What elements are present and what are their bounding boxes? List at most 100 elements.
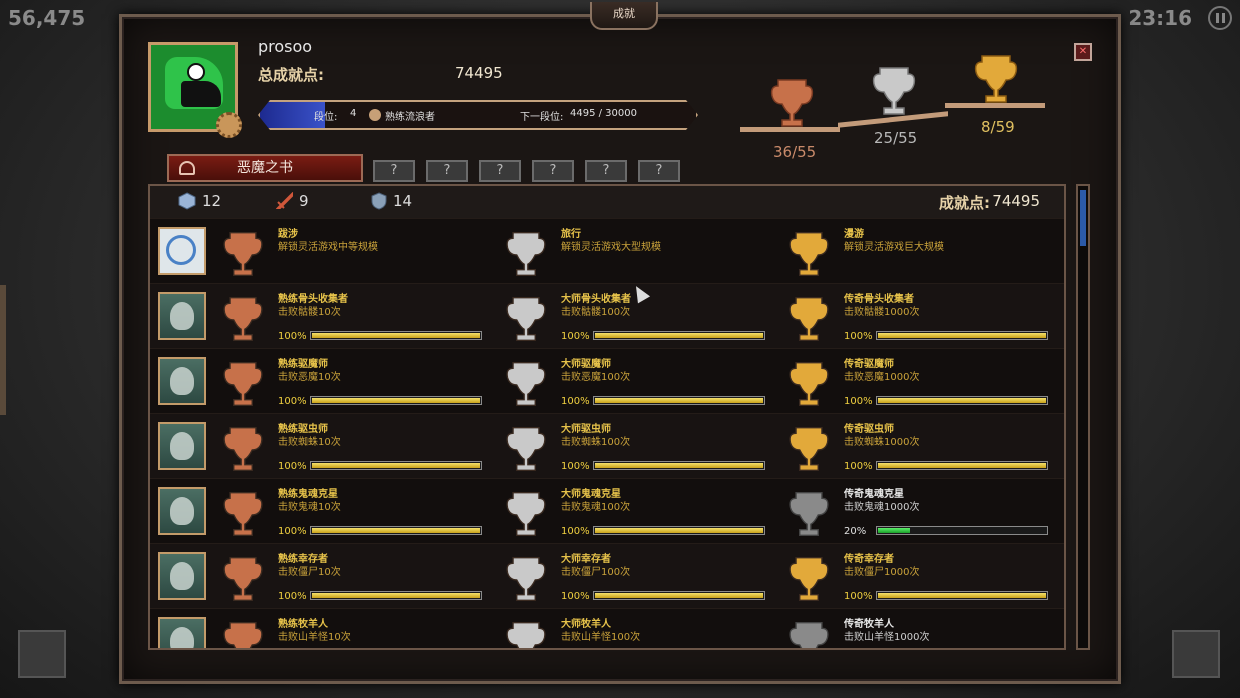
tab-locked-4[interactable]: ? xyxy=(532,160,574,182)
rank-label: 段位: xyxy=(314,112,338,123)
tab-demon-book[interactable]: 恶魔之书 xyxy=(167,154,363,182)
gold-cup-icon xyxy=(784,229,834,279)
achievement-list: 12 9 14 成就点: 74495 跋涉 解锁灵活游戏中等规模 旅行 解锁灵活游戏大… xyxy=(148,184,1066,650)
achievement-percent: 100% xyxy=(278,461,307,472)
cube-icon xyxy=(178,192,196,210)
achievement-cell-gold[interactable]: 漫游 解锁灵活游戏巨大规模 xyxy=(784,219,1064,283)
achievement-percent: 100% xyxy=(278,396,307,407)
achievement-cell-gold[interactable]: 传奇鬼魂克星 击败鬼魂1000次 20% xyxy=(784,479,1064,543)
tab-locked-6[interactable]: ? xyxy=(638,160,680,182)
achievement-progress-bar xyxy=(593,331,765,340)
achievement-cell-bronze[interactable]: 跋涉 解锁灵活游戏中等规模 xyxy=(218,219,501,283)
silver-cup-icon xyxy=(501,294,551,344)
achievement-row: 熟练驱魔师 击败恶魔10次 100% 大师驱魔师 击败恶魔100次 100% 传奇驱魔师 击败… xyxy=(150,348,1064,413)
player-name: prosoo xyxy=(258,37,313,56)
achievement-cell-bronze[interactable]: 熟练牧羊人 击败山羊怪10次 xyxy=(218,609,501,648)
gear-icon[interactable] xyxy=(216,112,242,138)
bottom-right-hud-slot[interactable] xyxy=(1172,630,1220,678)
achievement-cell-silver[interactable]: 大师驱魔师 击败恶魔100次 100% xyxy=(501,349,784,413)
achievement-description: 击败蜘蛛100次 xyxy=(561,437,631,448)
achievement-cell-gold[interactable]: 传奇骨头收集者 击败骷髅1000次 100% xyxy=(784,284,1064,348)
achievement-description: 击败山羊怪10次 xyxy=(278,632,351,643)
silver-cup-icon xyxy=(501,554,551,604)
achievement-description: 击败蜘蛛10次 xyxy=(278,437,341,448)
tab-locked-2[interactable]: ? xyxy=(426,160,468,182)
achievement-progress-fill xyxy=(312,528,480,533)
achievement-cell-gold[interactable]: 传奇驱魔师 击败恶魔1000次 100% xyxy=(784,349,1064,413)
total-points-value: 74495 xyxy=(455,64,503,82)
achievement-progress-bar xyxy=(310,331,482,340)
achievement-cell-silver[interactable]: 大师幸存者 击败僵尸100次 100% xyxy=(501,544,784,608)
demon-icon xyxy=(158,357,206,405)
achievement-progress-bar xyxy=(310,591,482,600)
achievement-percent: 100% xyxy=(561,331,590,342)
achievement-progress-fill xyxy=(312,463,480,468)
silver-trophy-count: 25/55 xyxy=(874,129,918,147)
achievement-description: 解锁灵活游戏大型规模 xyxy=(561,242,661,253)
bronze-cup-icon xyxy=(218,619,268,648)
next-rank-progress: 4495 / 30000 xyxy=(570,108,637,119)
achievement-row: 熟练幸存者 击败僵尸10次 100% 大师幸存者 击败僵尸100次 100% 传奇幸存者 击败… xyxy=(150,543,1064,608)
achievement-description: 击败僵尸100次 xyxy=(561,567,631,578)
achievement-progress-bar xyxy=(876,461,1048,470)
achievement-progress-fill xyxy=(595,463,763,468)
achievement-cell-bronze[interactable]: 熟练幸存者 击败僵尸10次 100% xyxy=(218,544,501,608)
achievement-row: 熟练鬼魂克星 击败鬼魂10次 100% 大师鬼魂克星 击败鬼魂100次 100% 传奇鬼魂克… xyxy=(150,478,1064,543)
achievement-description: 击败恶魔1000次 xyxy=(844,372,920,383)
silver-cup-icon xyxy=(501,489,551,539)
achievement-progress-fill xyxy=(595,398,763,403)
scrollbar-thumb[interactable] xyxy=(1080,190,1086,246)
achievement-percent: 100% xyxy=(561,396,590,407)
achievement-percent: 20% xyxy=(844,526,867,537)
achievement-cell-silver[interactable]: 大师驱虫师 击败蜘蛛100次 100% xyxy=(501,414,784,478)
gold-cup-icon xyxy=(784,554,834,604)
achievement-cell-gold[interactable]: 传奇牧羊人 击败山羊怪1000次 xyxy=(784,609,1064,648)
tab-locked-5[interactable]: ? xyxy=(585,160,627,182)
ghost-icon xyxy=(158,487,206,535)
achievement-progress-fill xyxy=(878,528,910,533)
achievement-description: 解锁灵活游戏巨大规模 xyxy=(844,242,944,253)
silver-trophy-icon xyxy=(872,67,916,115)
achievement-progress-fill xyxy=(312,593,480,598)
achievement-progress-bar xyxy=(876,396,1048,405)
pause-button[interactable] xyxy=(1208,6,1232,30)
achievement-cell-bronze[interactable]: 熟练驱魔师 击败恶魔10次 100% xyxy=(218,349,501,413)
achievement-cell-bronze[interactable]: 熟练驱虫师 击败蜘蛛10次 100% xyxy=(218,414,501,478)
rank-name: 熟练流浪者 xyxy=(385,112,435,123)
sword-count: 9 xyxy=(299,192,309,210)
achievement-description: 击败鬼魂1000次 xyxy=(844,502,920,513)
achievement-cell-silver[interactable]: 旅行 解锁灵活游戏大型规模 xyxy=(501,219,784,283)
next-rank-label: 下一段位: xyxy=(520,112,564,123)
achievement-cell-gold[interactable]: 传奇幸存者 击败僵尸1000次 100% xyxy=(784,544,1064,608)
achievement-progress-fill xyxy=(878,593,1046,598)
achievement-progress-fill xyxy=(312,333,480,338)
window-title: 成就 xyxy=(590,2,658,30)
gold-cup-icon xyxy=(784,489,834,539)
silver-cup-icon xyxy=(501,229,551,279)
achievement-cell-bronze[interactable]: 熟练骨头收集者 击败骷髅10次 100% xyxy=(218,284,501,348)
gold-trophy-count: 8/59 xyxy=(981,118,1015,136)
achievement-cell-silver[interactable]: 大师鬼魂克星 击败鬼魂100次 100% xyxy=(501,479,784,543)
total-points-label: 总成就点: xyxy=(258,66,324,84)
silver-cup-icon xyxy=(501,619,551,648)
achievement-description: 击败僵尸10次 xyxy=(278,567,341,578)
skull-icon xyxy=(158,292,206,340)
achievement-row: 熟练骨头收集者 击败骷髅10次 100% 大师骨头收集者 击败骷髅100次 100% 传奇骨… xyxy=(150,283,1064,348)
achievement-cell-silver[interactable]: 大师牧羊人 击败山羊怪100次 xyxy=(501,609,784,648)
tab-locked-1[interactable]: ? xyxy=(373,160,415,182)
achievement-percent: 100% xyxy=(278,591,307,602)
achievement-progress-bar xyxy=(593,526,765,535)
tab-locked-3[interactable]: ? xyxy=(479,160,521,182)
achievement-percent: 100% xyxy=(844,396,873,407)
list-scrollbar[interactable] xyxy=(1076,184,1090,650)
rank-badge-icon xyxy=(369,109,381,121)
close-button[interactable]: ✕ xyxy=(1074,43,1092,61)
compass-icon xyxy=(158,227,206,275)
achievement-description: 击败骷髅1000次 xyxy=(844,307,920,318)
achievement-cell-bronze[interactable]: 熟练鬼魂克星 击败鬼魂10次 100% xyxy=(218,479,501,543)
achievement-cell-gold[interactable]: 传奇驱虫师 击败蜘蛛1000次 100% xyxy=(784,414,1064,478)
goat-icon xyxy=(158,617,206,648)
bottom-left-hud-slot[interactable] xyxy=(18,630,66,678)
achievement-description: 击败鬼魂100次 xyxy=(561,502,631,513)
achievement-percent: 100% xyxy=(561,461,590,472)
